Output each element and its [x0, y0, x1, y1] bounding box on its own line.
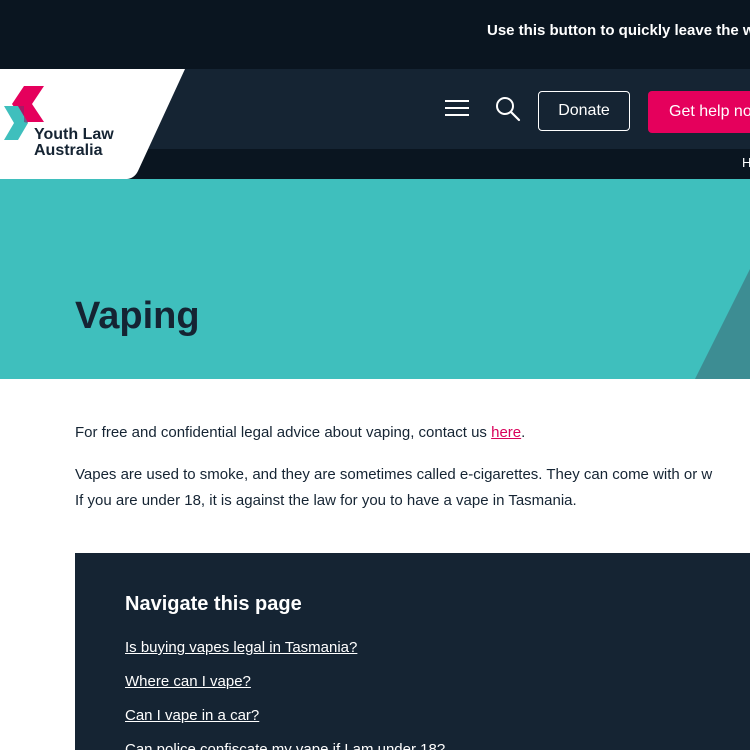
secondary-nav-link[interactable]: H: [742, 155, 750, 170]
hamburger-icon: [445, 100, 469, 102]
hamburger-icon-bar: [445, 107, 469, 109]
page-navigation-box: Navigate this page Is buying vapes legal…: [75, 553, 750, 750]
hero-banner: Vaping: [0, 179, 750, 379]
quick-exit-text[interactable]: Use this button to quickly leave the w: [487, 22, 750, 39]
logo-line-2: Australia: [34, 142, 103, 159]
navigation-links: Is buying vapes legal in Tasmania? Where…: [125, 639, 445, 750]
contact-here-link[interactable]: here: [491, 424, 521, 441]
donate-button[interactable]: Donate: [538, 91, 630, 131]
intro-paragraph: For free and confidential legal advice a…: [75, 420, 750, 446]
intro-period: .: [521, 424, 526, 441]
search-icon: [496, 97, 521, 122]
quick-exit-bar[interactable]: Use this button to quickly leave the w: [0, 0, 750, 69]
nav-link-where-vape[interactable]: Where can I vape?: [125, 673, 251, 690]
hero-decoration: [695, 269, 750, 379]
search-button[interactable]: [494, 95, 522, 123]
site-logo[interactable]: Youth Law Australia: [0, 69, 190, 179]
navigation-item: Can I vape in a car?: [125, 707, 445, 741]
intro-content: For free and confidential legal advice a…: [75, 420, 750, 514]
intro-text: For free and confidential legal advice a…: [75, 424, 492, 441]
menu-button[interactable]: [443, 96, 471, 120]
navigation-title: Navigate this page: [125, 593, 302, 615]
nav-link-vape-in-car[interactable]: Can I vape in a car?: [125, 707, 259, 724]
get-help-button[interactable]: Get help no: [648, 91, 750, 133]
vape-description-line-2: If you are under 18, it is against the l…: [75, 492, 577, 509]
vape-description-line-1: Vapes are used to smoke, and they are so…: [75, 466, 713, 483]
navigation-item: Can police confiscate my vape if I am un…: [125, 741, 445, 750]
navigation-item: Is buying vapes legal in Tasmania?: [125, 639, 445, 673]
logo-line-1: Youth Law: [34, 126, 114, 143]
page-title: Vaping: [75, 295, 200, 337]
nav-link-buying-vapes[interactable]: Is buying vapes legal in Tasmania?: [125, 639, 357, 656]
nav-link-police-confiscate[interactable]: Can police confiscate my vape if I am un…: [125, 741, 445, 750]
logo-wordmark: Youth Law Australia: [34, 127, 114, 159]
navigation-item: Where can I vape?: [125, 673, 445, 707]
hamburger-icon-bar: [445, 114, 469, 116]
